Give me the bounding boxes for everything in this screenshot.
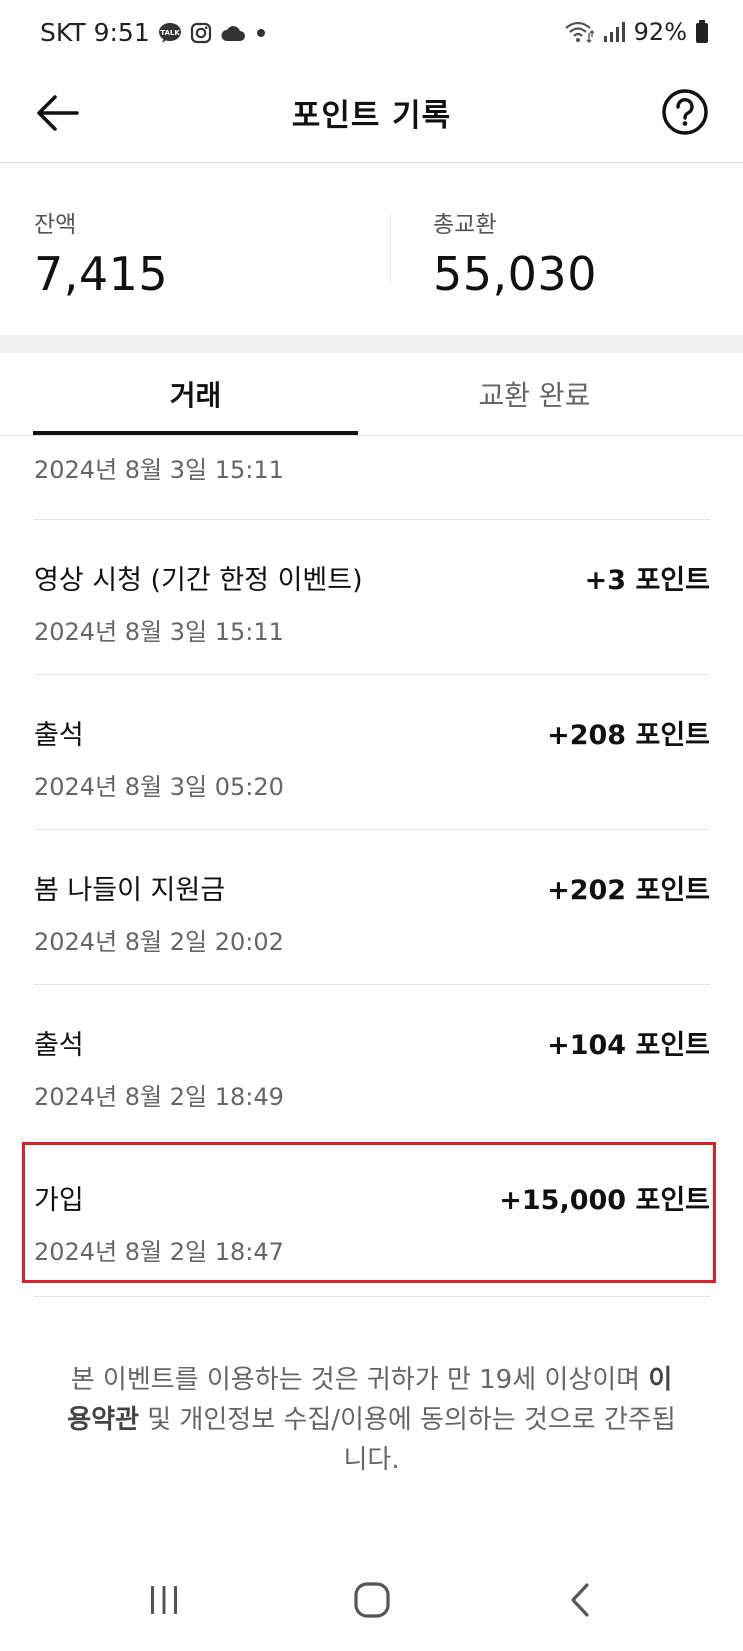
total-exchange-value: 55,030: [433, 247, 597, 301]
list-item: 봄 나들이 지원금 +202 포인트 2024년 8월 2일 20:02: [34, 829, 710, 984]
tab-bar: 거래 교환 완료: [0, 353, 743, 436]
transaction-title: 봄 나들이 지원금: [34, 875, 226, 906]
status-right: 92%: [564, 18, 709, 46]
clock: 9:51: [93, 18, 150, 47]
total-exchange-block: 총교환 55,030: [433, 205, 597, 301]
page-title: 포인트 기록: [291, 98, 452, 134]
carrier: SKT: [40, 18, 86, 47]
section-separator: [0, 335, 743, 353]
transaction-date: 2024년 8월 2일 20:02: [34, 928, 284, 956]
transaction-points: +202 포인트: [547, 875, 710, 906]
status-left: SKT 9:51 TALK: [40, 18, 268, 47]
balance-label: 잔액: [34, 212, 77, 238]
back-nav-button[interactable]: [550, 1576, 610, 1624]
partial-row-date: 2024년 8월 3일 15:11: [34, 456, 284, 484]
notice-text-start: 본 이벤트를 이용하는 것은 귀하가 만 19세 이상이며: [70, 1365, 649, 1395]
notice-text-end: 및 개인정보 수집/이용에 동의하는 것으로 간주됩니다.: [139, 1405, 676, 1475]
transaction-date: 2024년 8월 3일 15:11: [34, 618, 284, 646]
points-summary: 잔액 7,415 총교환 55,030: [0, 163, 743, 335]
notification-dot-icon: [254, 26, 268, 40]
system-nav-bar: [0, 1560, 743, 1651]
transaction-title: 출석: [34, 720, 84, 751]
home-icon: [354, 1582, 390, 1618]
transaction-date: 2024년 8월 2일 18:47: [34, 1238, 284, 1266]
balance-block: 잔액 7,415: [34, 205, 168, 301]
transaction-points: +15,000 포인트: [499, 1185, 710, 1216]
question-circle-icon: [662, 89, 708, 135]
balance-value: 7,415: [34, 247, 169, 301]
talk-badge-text: TALK: [160, 29, 180, 37]
list-item: 출석 +104 포인트 2024년 8월 2일 18:49: [34, 984, 710, 1139]
tab-exchange-completed[interactable]: 교환 완료: [372, 353, 697, 435]
transaction-points: +104 포인트: [547, 1030, 710, 1061]
recent-apps-button[interactable]: [134, 1576, 194, 1624]
list-item: 가입 +15,000 포인트 2024년 8월 2일 18:47: [34, 1139, 710, 1294]
summary-divider: [390, 215, 391, 283]
home-button[interactable]: [342, 1576, 402, 1624]
signal-icon: [602, 21, 626, 43]
battery-icon: [695, 20, 709, 44]
active-tab-indicator: [33, 431, 358, 435]
app-header: 포인트 기록: [0, 66, 743, 163]
transaction-date: 2024년 8월 2일 18:49: [34, 1083, 284, 1111]
transaction-title: 영상 시청 (기간 한정 이벤트): [34, 565, 363, 596]
transaction-points: +3 포인트: [584, 565, 710, 596]
terms-notice: 본 이벤트를 이용하는 것은 귀하가 만 19세 이상이며 이용약관 및 개인정…: [60, 1360, 683, 1480]
tab-transactions[interactable]: 거래: [33, 353, 358, 435]
list-end-divider: [34, 1296, 710, 1297]
list-item: 영상 시청 (기간 한정 이벤트) +3 포인트 2024년 8월 3일 15:…: [34, 519, 710, 674]
cloud-icon: [220, 24, 246, 42]
help-button[interactable]: [659, 86, 711, 138]
transaction-title: 출석: [34, 1030, 84, 1061]
recent-apps-icon: [151, 1586, 177, 1614]
transaction-title: 가입: [34, 1185, 84, 1216]
kakaotalk-icon: TALK: [158, 22, 182, 44]
instagram-icon: [190, 22, 212, 44]
list-item: 출석 +208 포인트 2024년 8월 3일 05:20: [34, 674, 710, 829]
transaction-date: 2024년 8월 3일 05:20: [34, 773, 284, 801]
chevron-left-icon: [571, 1583, 589, 1617]
wifi-icon: [564, 20, 594, 44]
battery-percent: 92%: [633, 18, 687, 46]
transaction-points: +208 포인트: [547, 720, 710, 751]
total-exchange-label: 총교환: [433, 212, 497, 238]
status-bar: SKT 9:51 TALK 92%: [0, 0, 743, 66]
